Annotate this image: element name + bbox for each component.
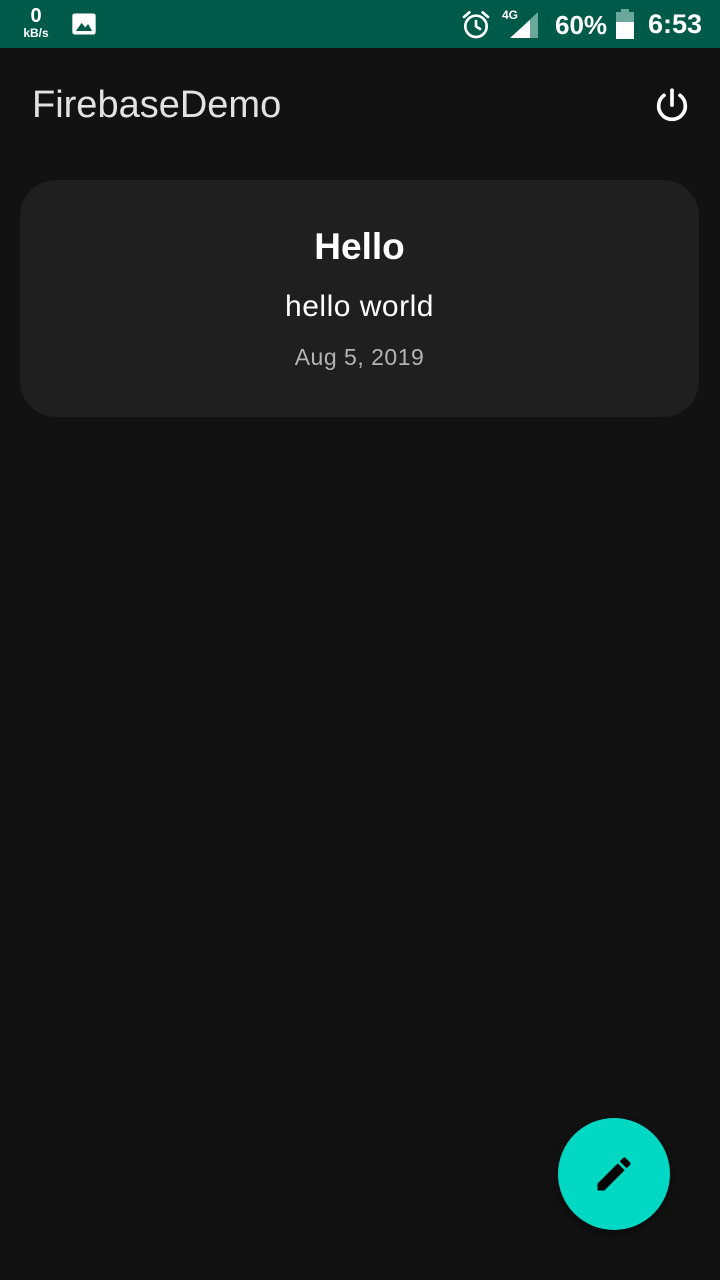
power-icon — [656, 88, 688, 122]
app-title: FirebaseDemo — [32, 84, 282, 126]
network-speed-unit: kB/s — [23, 26, 49, 40]
alarm-icon — [462, 10, 490, 39]
network-speed-value: 0 — [30, 5, 42, 27]
battery-percent: 60% — [555, 10, 608, 40]
network-speed: 0 kB/s — [20, 6, 52, 39]
note-card[interactable]: Hello hello world Aug 5, 2019 — [20, 180, 699, 417]
pencil-icon — [597, 1157, 631, 1191]
battery-icon — [616, 9, 634, 39]
status-bar: 0 kB/s 4G 60% 6:53 — [0, 0, 720, 48]
app-bar: FirebaseDemo — [0, 48, 720, 160]
image-icon — [72, 13, 96, 35]
note-body: hello world — [285, 290, 434, 323]
note-title: Hello — [314, 226, 405, 267]
note-date: Aug 5, 2019 — [294, 344, 425, 370]
logout-button[interactable] — [646, 80, 698, 132]
clock: 6:53 — [648, 9, 703, 39]
add-note-button[interactable] — [558, 1118, 670, 1230]
signal-icon — [510, 12, 538, 38]
